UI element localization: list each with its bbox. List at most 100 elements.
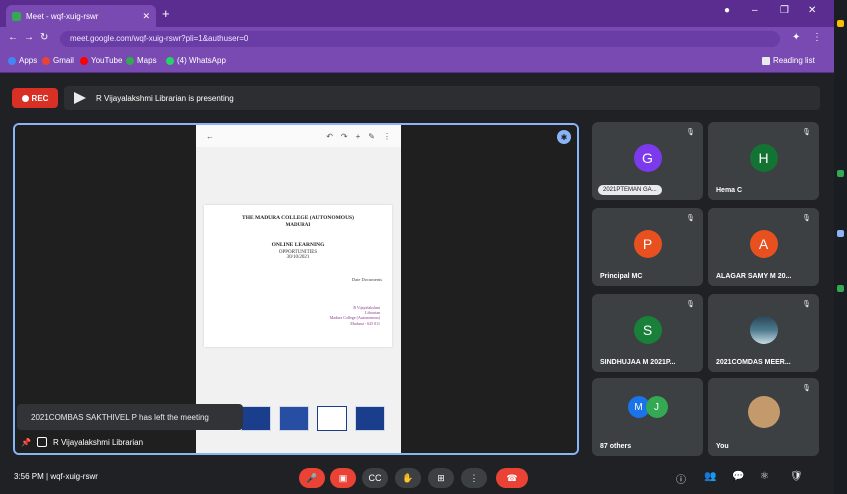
close-window-button[interactable]: ✕: [808, 5, 816, 16]
avatar: H: [749, 144, 778, 172]
mic-toggle-button[interactable]: 🎤: [299, 468, 325, 488]
reading-list[interactable]: Reading list: [762, 56, 815, 65]
doc-heading-2: MADURAI: [285, 223, 311, 228]
host-controls-icon[interactable]: 🛡: [790, 471, 803, 482]
participant-name: 2021COMDAS MEER...: [716, 359, 791, 366]
slide-thumbnail[interactable]: [355, 406, 385, 431]
back-arrow-icon: ←: [206, 131, 214, 141]
avatar: A: [749, 230, 778, 258]
avatar: P: [633, 230, 662, 258]
browser-tab[interactable]: Meet - wqf-xuig-rswr ✕: [6, 5, 156, 27]
document-page: THE MADURA COLLEGE (AUTONOMOUS) MADURAI …: [204, 205, 392, 347]
url-field[interactable]: meet.google.com/wqf-xuig-rswr?pli=1&auth…: [60, 31, 780, 47]
profile-photo-avatar: [749, 316, 778, 344]
bookmark-apps[interactable]: Apps: [8, 56, 37, 65]
end-call-button[interactable]: ☎: [496, 468, 528, 488]
mic-off-icon: 🎙: [686, 215, 695, 222]
participant-tile[interactable]: 🎙 A ALAGAR SAMY M 20...: [708, 208, 819, 286]
browser-tab-bar: Meet - wqf-xuig-rswr ✕ + ● – ❐ ✕: [0, 0, 834, 27]
recording-badge: REC: [12, 88, 58, 108]
doc-signature: R Vijayalakshmi Librarian Madura College…: [329, 305, 380, 326]
participant-tile[interactable]: 🎙 G 2021PTEMAN GA...: [592, 122, 703, 200]
menu-dots-icon[interactable]: ⋮: [812, 32, 822, 43]
tab-title: Meet - wqf-xuig-rswr: [26, 11, 99, 21]
slide-thumbnails: [241, 406, 385, 431]
mic-off-icon: 🎙: [802, 385, 811, 392]
participant-name: Hema C: [716, 187, 743, 194]
apps-icon: [8, 56, 16, 65]
participant-tile[interactable]: 🎙 P Principal MC: [592, 208, 703, 286]
reload-icon[interactable]: ↻: [40, 32, 48, 43]
minimize-button[interactable]: –: [752, 5, 758, 16]
more-icon: ⋮: [383, 131, 391, 141]
taskbar-icon[interactable]: [837, 230, 844, 237]
raise-hand-button[interactable]: ✋: [395, 468, 421, 488]
bookmark-maps[interactable]: Maps: [126, 56, 157, 65]
gmail-icon: [42, 56, 50, 65]
mic-off-icon: 🎙: [802, 301, 811, 308]
presenting-text: R Vijayalakshmi Librarian is presenting: [96, 93, 234, 103]
meet-favicon-icon: [12, 11, 21, 21]
participant-name: 2021PTEMAN GA...: [598, 185, 662, 195]
others-tile[interactable]: M J 87 others: [592, 378, 703, 456]
activities-icon[interactable]: ⚛: [760, 471, 769, 482]
info-icon[interactable]: ⓘ: [676, 471, 686, 486]
more-options-button[interactable]: ⋮: [461, 468, 487, 488]
participant-tile[interactable]: 🎙 H Hema C: [708, 122, 819, 200]
mic-off-icon: 🎙: [802, 129, 811, 136]
toast-text: 2021COMBAS SAKTHIVEL P has left the meet…: [31, 412, 209, 422]
doc-meta: Date Documents: [351, 277, 382, 282]
left-meeting-toast: 2021COMBAS SAKTHIVEL P has left the meet…: [17, 404, 243, 430]
self-photo-avatar: [747, 396, 780, 428]
edit-icon: ✎: [368, 131, 375, 141]
taskbar-icon[interactable]: [837, 285, 844, 292]
participant-tile[interactable]: 🎙 S SINDHUJAA M 2021P...: [592, 294, 703, 372]
bookmark-gmail[interactable]: Gmail: [42, 56, 74, 65]
rec-label: REC: [31, 93, 49, 103]
participant-name: SINDHUJAA M 2021P...: [600, 359, 676, 366]
presenting-banner: R Vijayalakshmi Librarian is presenting: [64, 86, 820, 110]
avatar: J: [645, 396, 668, 418]
bookmark-youtube[interactable]: YouTube: [80, 56, 122, 65]
profile-icon[interactable]: ●: [724, 5, 730, 16]
slide-thumbnail[interactable]: [279, 406, 309, 431]
doc-date: 30/10/2021: [286, 255, 310, 260]
people-icon[interactable]: 👥: [704, 471, 716, 482]
mic-off-icon: 🎙: [802, 215, 811, 222]
mic-off-icon: 🎙: [686, 301, 695, 308]
participant-name: ALAGAR SAMY M 20...: [716, 273, 792, 280]
participant-tile[interactable]: 🎙 2021COMDAS MEER...: [708, 294, 819, 372]
pin-icon[interactable]: ✱: [557, 130, 571, 144]
meeting-time: 3:56 PM | wqf-xuig-rswr: [14, 472, 98, 481]
extension-icon[interactable]: ✦: [792, 32, 800, 43]
add-icon: +: [355, 131, 361, 141]
redo-icon: ↷: [340, 131, 348, 141]
chat-icon[interactable]: 💬: [732, 471, 744, 482]
bookmark-whatsapp[interactable]: (4) WhatsApp: [166, 56, 226, 65]
others-count: 87 others: [600, 443, 632, 450]
doc-title-1: ONLINE LEARNING: [271, 242, 325, 248]
present-button[interactable]: ⊞: [428, 468, 454, 488]
meeting-controls-bar: 3:56 PM | wqf-xuig-rswr 🎤 ▣ CC ✋ ⊞ ⋮ ☎ ⓘ…: [0, 459, 834, 494]
slide-thumbnail[interactable]: [317, 406, 347, 431]
whatsapp-icon: [166, 56, 174, 65]
document-toolbar: ← ↶ ↷ + ✎ ⋮: [196, 125, 401, 147]
reading-list-icon: [762, 56, 770, 65]
pin-small-icon: 📌: [21, 437, 31, 447]
tab-close-icon[interactable]: ✕: [142, 11, 150, 22]
screen: Meet - wqf-xuig-rswr ✕ + ● – ❐ ✕ ← → ↻ m…: [0, 0, 847, 494]
maximize-button[interactable]: ❐: [780, 5, 789, 16]
bookmarks-bar: Apps Gmail YouTube Maps (4) WhatsApp Rea…: [0, 51, 834, 73]
camera-toggle-button[interactable]: ▣: [330, 468, 356, 488]
self-name: You: [716, 443, 729, 450]
forward-icon[interactable]: →: [24, 32, 34, 43]
self-tile[interactable]: 🎙 You: [708, 378, 819, 456]
participant-name: Principal MC: [600, 273, 643, 280]
captions-button[interactable]: CC: [362, 468, 388, 488]
back-icon[interactable]: ←: [8, 32, 18, 43]
slide-thumbnail[interactable]: [241, 406, 271, 431]
taskbar-icon[interactable]: [837, 170, 844, 177]
presenter-name: R Vijayalakshmi Librarian: [52, 437, 144, 447]
taskbar-icon[interactable]: [837, 20, 844, 27]
new-tab-button[interactable]: +: [162, 6, 170, 21]
